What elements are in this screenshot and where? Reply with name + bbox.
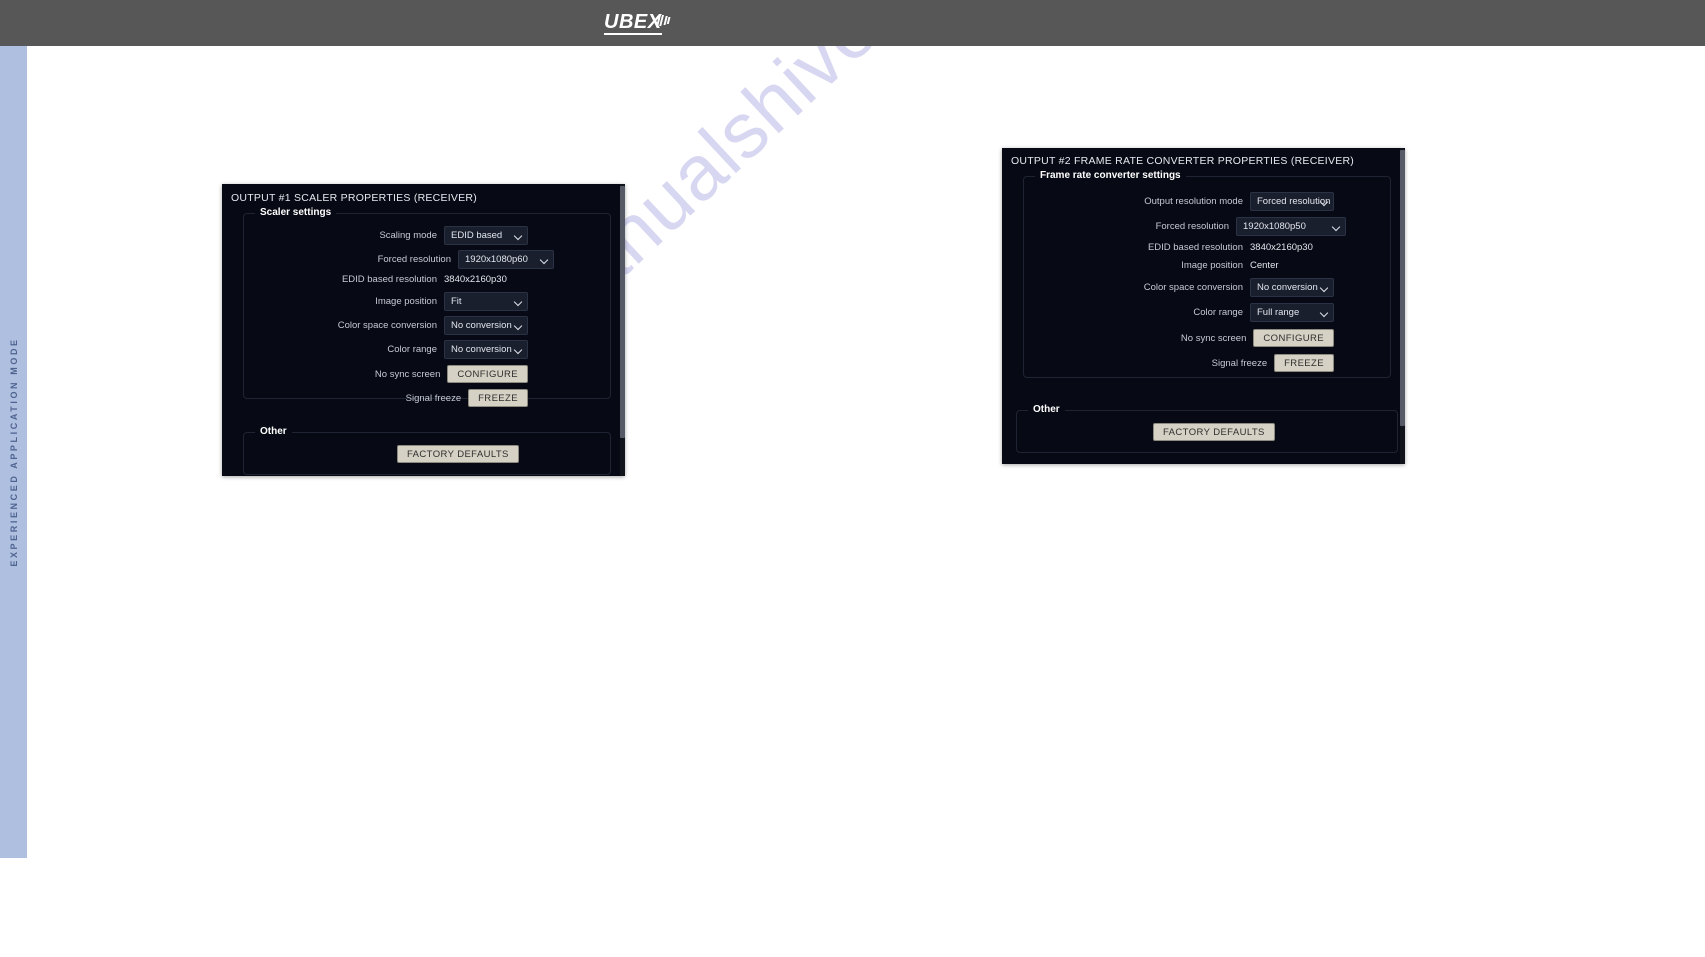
page-bottom-margin <box>0 858 1705 957</box>
manual-page: UBEX EXPERIENCED APPLICATION MODE manual… <box>0 0 1705 957</box>
panel-scrollbar-thumb[interactable] <box>620 186 625 438</box>
other-legend: Other <box>255 426 292 437</box>
select-color-space-conversion-2-value: No conversion <box>1257 282 1318 293</box>
scaler-settings-fieldset: Scaler settings Scaling mode EDID based … <box>243 207 611 407</box>
label-forced-resolution-2: Forced resolution <box>1155 221 1229 232</box>
select-image-position-value: Fit <box>451 296 462 307</box>
other-fieldset: Other FACTORY DEFAULTS <box>243 426 611 475</box>
value-edid-based-resolution: 3840x2160p30 <box>444 274 507 285</box>
select-color-space-conversion-value: No conversion <box>451 320 512 331</box>
row-forced-resolution: Forced resolution 1920x1080p60 <box>244 250 554 269</box>
label-color-range: Color range <box>387 344 437 355</box>
select-scaling-mode-value: EDID based <box>451 230 503 241</box>
label-signal-freeze: Signal freeze <box>405 392 462 404</box>
left-sidebar: EXPERIENCED APPLICATION MODE <box>0 46 27 858</box>
select-forced-resolution-2-value: 1920x1080p50 <box>1243 221 1306 232</box>
row-edid-based-resolution: EDID based resolution 3840x2160p30 <box>244 274 528 285</box>
row-signal-freeze: Signal freeze FREEZE <box>244 389 528 407</box>
panel-scrollbar-track-2[interactable] <box>1400 148 1405 464</box>
freeze-button[interactable]: FREEZE <box>468 389 528 407</box>
row-signal-freeze-2: Signal freeze FREEZE <box>1024 354 1334 372</box>
panel-title-output2: OUTPUT #2 FRAME RATE CONVERTER PROPERTIE… <box>1011 155 1355 167</box>
select-forced-resolution[interactable]: 1920x1080p60 <box>458 250 554 269</box>
chevron-down-icon <box>1321 310 1328 317</box>
row-image-position: Image position Fit <box>244 292 528 311</box>
label-edid-based-resolution-2: EDID based resolution <box>1147 242 1243 253</box>
value-edid-based-resolution-2: 3840x2160p30 <box>1250 242 1313 253</box>
select-color-range[interactable]: No conversion <box>444 340 528 359</box>
chevron-down-icon <box>515 299 522 306</box>
label-edid-based-resolution: EDID based resolution <box>341 274 437 285</box>
freeze-button-2[interactable]: FREEZE <box>1274 354 1334 372</box>
output1-scaler-properties-panel: OUTPUT #1 SCALER PROPERTIES (RECEIVER) S… <box>222 184 625 476</box>
row-output-resolution-mode: Output resolution mode Forced resolution <box>1024 192 1334 211</box>
select-color-range-2-value: Full range <box>1257 307 1300 318</box>
chevron-down-icon <box>1321 285 1328 292</box>
chevron-down-icon <box>515 347 522 354</box>
other-fieldset-2: Other FACTORY DEFAULTS <box>1016 404 1398 453</box>
row-scaling-mode: Scaling mode EDID based <box>244 226 528 245</box>
frc-settings-legend: Frame rate converter settings <box>1035 170 1186 181</box>
select-color-range-2[interactable]: Full range <box>1250 303 1334 322</box>
select-output-resolution-mode[interactable]: Forced resolution <box>1250 192 1334 211</box>
select-scaling-mode[interactable]: EDID based <box>444 226 528 245</box>
label-image-position-2: Image position <box>1181 260 1243 271</box>
top-header-bar: UBEX <box>0 0 1705 46</box>
panel-title-output1: OUTPUT #1 SCALER PROPERTIES (RECEIVER) <box>231 192 478 204</box>
label-no-sync-screen-2: No sync screen <box>1180 332 1247 344</box>
panel-scrollbar-thumb-2[interactable] <box>1400 150 1405 426</box>
panel-scrollbar-track[interactable] <box>620 184 625 476</box>
chevron-down-icon <box>515 233 522 240</box>
configure-button-2[interactable]: CONFIGURE <box>1253 329 1334 347</box>
row-color-space-conversion-2: Color space conversion No conversion <box>1024 278 1334 297</box>
row-image-position-2: Image position Center <box>1024 260 1334 271</box>
chevron-down-icon <box>1321 199 1328 206</box>
label-scaling-mode: Scaling mode <box>379 230 437 241</box>
row-forced-resolution-2: Forced resolution 1920x1080p50 <box>1024 217 1346 236</box>
label-image-position: Image position <box>375 296 437 307</box>
select-forced-resolution-2[interactable]: 1920x1080p50 <box>1236 217 1346 236</box>
configure-button[interactable]: CONFIGURE <box>447 365 528 383</box>
row-color-space-conversion: Color space conversion No conversion <box>244 316 528 335</box>
label-signal-freeze-2: Signal freeze <box>1211 357 1268 369</box>
select-forced-resolution-value: 1920x1080p60 <box>465 254 528 265</box>
frc-settings-fieldset: Frame rate converter settings Output res… <box>1023 170 1391 378</box>
label-forced-resolution: Forced resolution <box>377 254 451 265</box>
scaler-settings-legend: Scaler settings <box>255 207 337 218</box>
ubex-logo: UBEX <box>604 11 671 35</box>
factory-defaults-button-2[interactable]: FACTORY DEFAULTS <box>1153 423 1275 441</box>
other-legend-2: Other <box>1028 404 1065 415</box>
chevron-down-icon <box>1333 224 1340 231</box>
sidebar-mode-label: EXPERIENCED APPLICATION MODE <box>8 337 19 567</box>
label-color-range-2: Color range <box>1193 307 1243 318</box>
label-color-space-conversion: Color space conversion <box>337 320 437 331</box>
chevron-down-icon <box>515 323 522 330</box>
factory-defaults-button[interactable]: FACTORY DEFAULTS <box>397 445 519 463</box>
output2-frame-rate-converter-panel: OUTPUT #2 FRAME RATE CONVERTER PROPERTIE… <box>1002 148 1405 464</box>
row-no-sync-screen-2: No sync screen CONFIGURE <box>1024 329 1334 347</box>
select-image-position[interactable]: Fit <box>444 292 528 311</box>
label-output-resolution-mode: Output resolution mode <box>1144 196 1243 207</box>
label-color-space-conversion-2: Color space conversion <box>1143 282 1243 293</box>
select-color-range-value: No conversion <box>451 344 512 355</box>
row-edid-based-resolution-2: EDID based resolution 3840x2160p30 <box>1024 242 1334 253</box>
row-color-range-2: Color range Full range <box>1024 303 1334 322</box>
row-no-sync-screen: No sync screen CONFIGURE <box>244 365 528 383</box>
value-image-position-2: Center <box>1250 260 1279 271</box>
label-no-sync-screen: No sync screen <box>374 368 441 380</box>
select-color-space-conversion-2[interactable]: No conversion <box>1250 278 1334 297</box>
select-color-space-conversion[interactable]: No conversion <box>444 316 528 335</box>
chevron-down-icon <box>541 257 548 264</box>
row-color-range: Color range No conversion <box>244 340 528 359</box>
